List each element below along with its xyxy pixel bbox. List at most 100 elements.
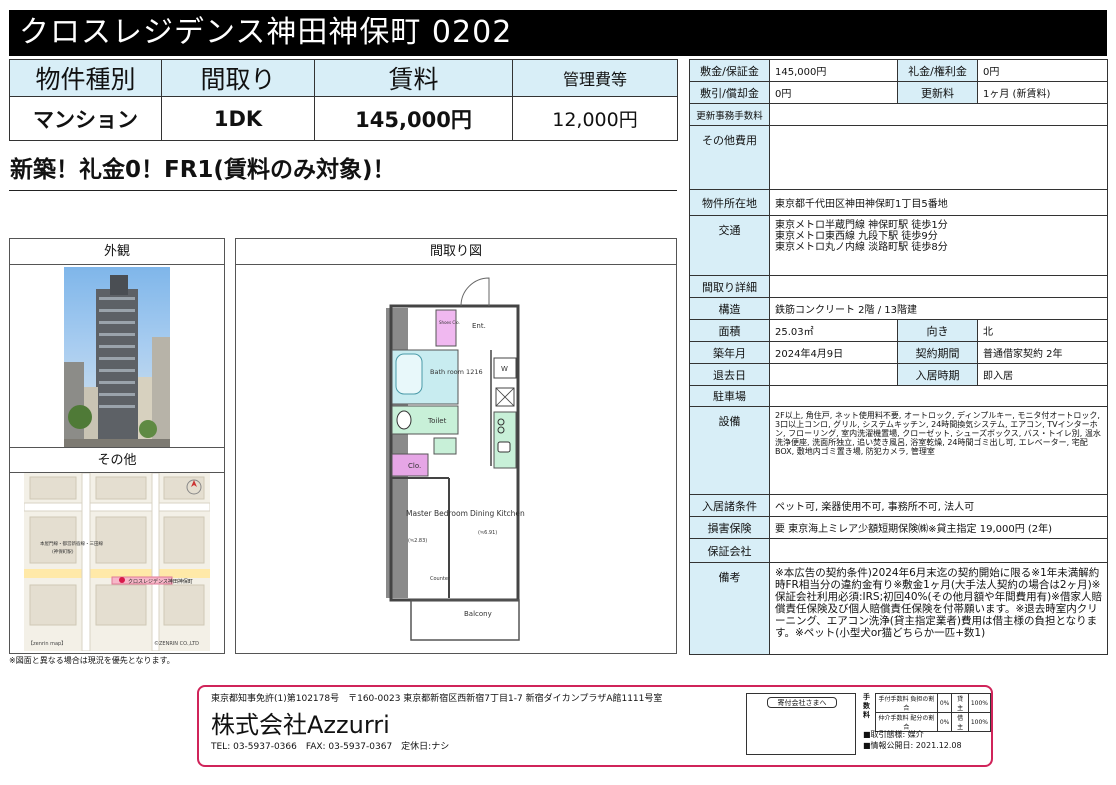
map-line-label: 本屋門線・都営新宿線・三田線 — [40, 540, 103, 547]
building-illustration — [64, 275, 170, 447]
remarks-value: ※本広告の契約条件)2024年6月末迄の契約開始に限る※1年未満解約時FR相当分… — [769, 562, 1108, 655]
layout-detail-value — [769, 275, 1108, 298]
moveout-label: 退去日 — [689, 363, 770, 386]
layout-detail-label: 間取り詳細 — [689, 275, 770, 298]
parking-label: 駐車場 — [689, 385, 770, 407]
floorplan-panel: 間取り図 Ent. Shoes Clo. Bath room 1216 Toil… — [235, 238, 677, 654]
agent-contact: TEL: 03-5937-0366 FAX: 03-5937-0367 定休日:… — [211, 742, 450, 752]
footnote: ※図面と異なる場合は現況を優先となります。 — [9, 656, 175, 665]
contract-label: 契約期間 — [897, 341, 978, 364]
value-management-fee: 12,000円 — [512, 96, 678, 141]
fee-cell: 手付手数料 負担の割合 — [875, 693, 938, 713]
agent-company-name: 株式会社Azzurri — [211, 711, 390, 739]
divider — [9, 190, 677, 191]
map-station-label: (神保町駅) — [52, 548, 74, 555]
plan-bath-label: Bath room 1216 — [430, 368, 483, 376]
deposit-label: 敷金/保証金 — [689, 59, 770, 82]
other-cost-value — [769, 125, 1108, 190]
fee-cell: 0% — [936, 693, 953, 713]
access-line: 東京メトロ丸ノ内線 淡路町駅 徒歩8分 — [775, 242, 948, 253]
guarantor-label: 保証会社 — [689, 538, 770, 563]
value-property-type: マンション — [9, 96, 162, 141]
area-label: 面積 — [689, 319, 770, 342]
toilet-icon — [396, 410, 412, 430]
guarantor-value — [769, 538, 1108, 563]
floorplan-heading: 間取り図 — [236, 239, 676, 265]
balcony — [410, 599, 520, 641]
agent-footer: 東京都知事免許(1)第102178号 〒160-0023 東京都新宿区西新宿7丁… — [197, 685, 993, 767]
renewal-label: 更新料 — [897, 81, 978, 104]
exterior-photo — [64, 267, 170, 447]
deposit-value: 145,000円 — [769, 59, 898, 82]
insurance-value: 要 東京海上ミレア少額短期保険㈱※貸主指定 19,000円 (2年) — [769, 516, 1108, 539]
stamp-box: 寄付会社さまへ — [746, 693, 856, 755]
plan-toilet-label: Toilet — [427, 417, 447, 425]
header-property-type: 物件種別 — [9, 59, 162, 97]
conditions-label: 入居諸条件 — [689, 494, 770, 517]
direction-label: 向き — [897, 319, 978, 342]
structure-label: 構造 — [689, 297, 770, 320]
fee-cell: 100% — [967, 712, 992, 732]
moveout-value — [769, 363, 898, 386]
plan-master-size: (≒2.83) — [408, 538, 427, 544]
remarks-label: 備考 — [689, 562, 770, 655]
plan-master-label: Master Bedroom — [406, 509, 468, 518]
header-management-fee: 管理費等 — [512, 59, 678, 97]
direction-value: 北 — [977, 319, 1108, 342]
built-value: 2024年4月9日 — [769, 341, 898, 364]
renewal-value: 1ヶ月 (新賃料) — [977, 81, 1108, 104]
address-value: 東京都千代田区神田神保町1丁目5番地 — [769, 189, 1108, 216]
access-value: 東京メトロ半蔵門線 神保町駅 徒歩1分 東京メトロ東西線 九段下駅 徒歩9分 東… — [769, 215, 1108, 276]
entrance-door-icon — [460, 277, 490, 307]
plan-balcony-label: Balcony — [464, 610, 492, 618]
structure-value: 鉄筋コンクリート 2階 / 13階建 — [769, 297, 1108, 320]
plan-dining-size: (≒6.91) — [478, 530, 497, 536]
other-cost-label: その他費用 — [689, 125, 770, 190]
contract-value: 普通借家契約 2年 — [977, 341, 1108, 364]
map-illustration: クロスレジデンス神田神保町 本屋門線・都営新宿線・三田線 (神保町駅) 【zen… — [24, 473, 210, 651]
kitchen-counter — [493, 411, 517, 469]
exterior-panel: 外観 その他 クロスレジデンス神田神保町 本屋門線・都営新宿線・三田線 (神保町… — [9, 238, 225, 654]
plan-dining-label: Dining Kitchen — [470, 509, 525, 518]
catch-copy: 新築！礼金0！FR1(賃料のみ対象)！ — [10, 157, 396, 183]
plan-counter-label: Counter — [430, 576, 451, 582]
details-table: 敷金/保証金 145,000円 礼金/権利金 0円 敷引/償却金 0円 更新料 … — [689, 59, 1108, 655]
agent-license: 東京都知事免許(1)第102178号 〒160-0023 東京都新宿区西新宿7丁… — [211, 694, 663, 704]
conditions-value: ペット可, 楽器使用不可, 事務所不可, 法人可 — [769, 494, 1108, 517]
sink-icon — [497, 441, 511, 453]
movein-value: 即入居 — [977, 363, 1108, 386]
header-layout: 間取り — [161, 59, 315, 97]
shoes-closet — [435, 309, 457, 347]
access-label: 交通 — [689, 215, 770, 276]
map-building-label: クロスレジデンス神田神保町 — [128, 578, 193, 585]
area-value: 25.03㎡ — [769, 319, 898, 342]
map-caption-right: ©ZENRIN CO.,LTD — [154, 640, 199, 647]
fee-vertical-label: 手数料 — [863, 693, 870, 719]
fee-cell: 100% — [967, 693, 992, 713]
stamp-label: 寄付会社さまへ — [767, 697, 837, 708]
washbasin-icon — [433, 437, 457, 455]
value-rent: 145,000円 — [314, 96, 513, 141]
keymoney-value: 0円 — [977, 59, 1108, 82]
fee-cell: 貸主 — [951, 693, 969, 713]
insurance-label: 損害保険 — [689, 516, 770, 539]
access-line: 東京メトロ東西線 九段下駅 徒歩9分 — [775, 231, 938, 242]
parking-value — [769, 385, 1108, 407]
facilities-label: 設備 — [689, 406, 770, 495]
fee-table: 手付手数料 負担の割合 0% 貸主 100% 仲介手数料 配分の割合 0% 借主… — [875, 693, 992, 732]
plan-clo-label: Clo. — [408, 462, 421, 470]
address-label: 物件所在地 — [689, 189, 770, 216]
shikibiki-value: 0円 — [769, 81, 898, 104]
other-heading: その他 — [10, 447, 224, 473]
map-caption-left: 【zenrin map】 — [28, 641, 66, 647]
exterior-heading: 外観 — [10, 239, 224, 265]
bathtub-icon — [395, 353, 423, 395]
facilities-value: 2F以上, 角住戸, ネット使用料不要, オートロック, ディンプルキー, モニ… — [769, 406, 1108, 495]
built-label: 築年月 — [689, 341, 770, 364]
location-map: クロスレジデンス神田神保町 本屋門線・都営新宿線・三田線 (神保町駅) 【zen… — [24, 473, 210, 651]
renewal-fee-label: 更新事務手数料 — [689, 103, 770, 126]
shikibiki-label: 敷引/償却金 — [689, 81, 770, 104]
plan-ent-label: Ent. — [472, 322, 486, 330]
value-layout: 1DK — [161, 96, 315, 141]
floorplan-drawing: Ent. Shoes Clo. Bath room 1216 Toilet Cl… — [386, 277, 525, 641]
